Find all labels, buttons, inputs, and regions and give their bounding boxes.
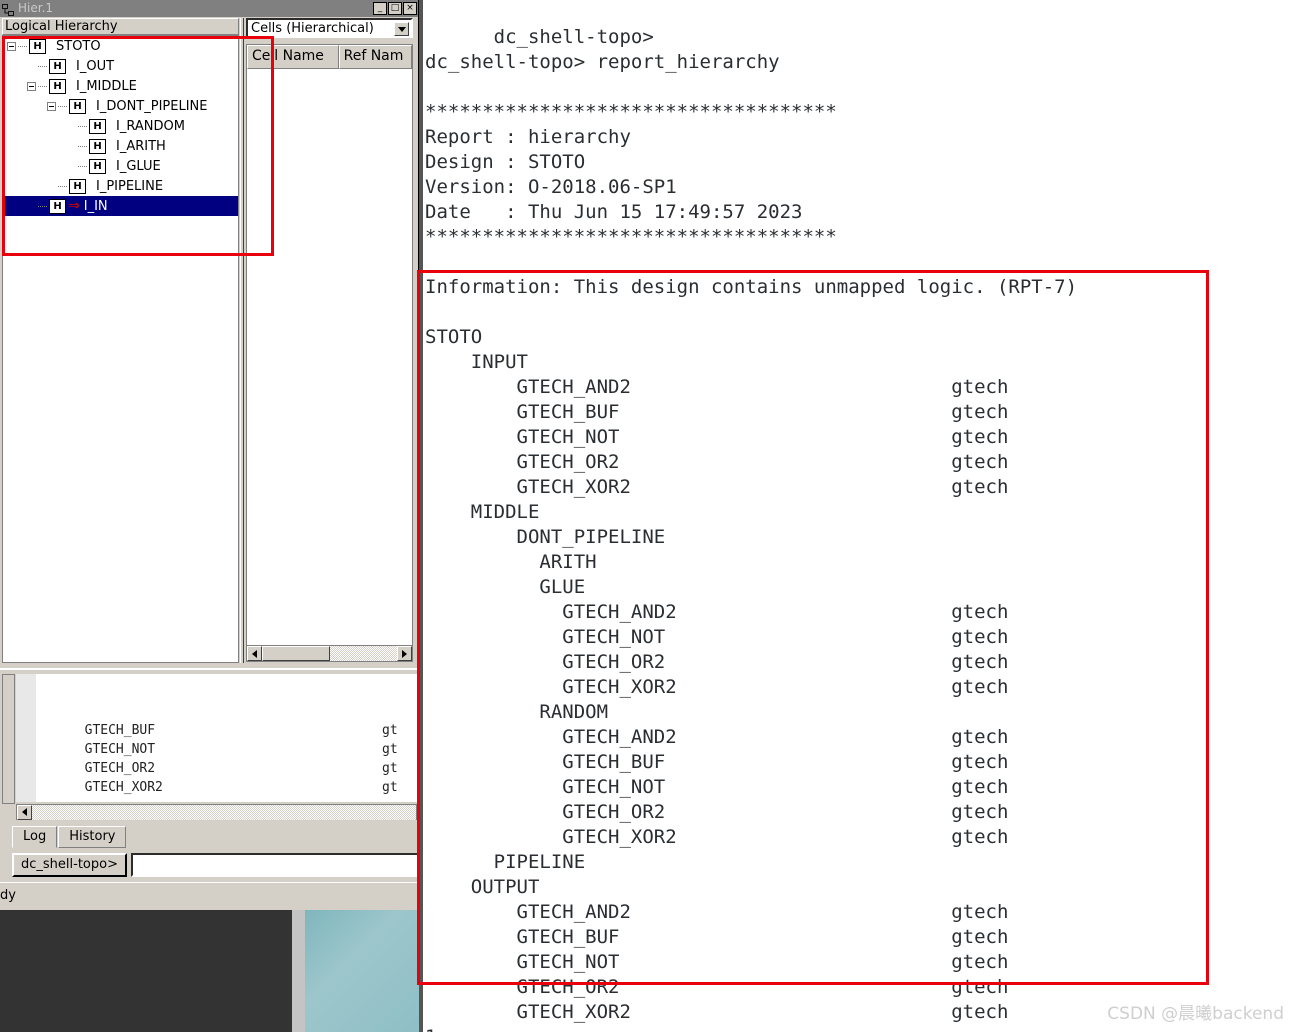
command-input[interactable] bbox=[130, 853, 418, 877]
log-output-text: GTECH_BUF gt GTECH_NOT gt GTECH_OR2 gt G… bbox=[30, 723, 398, 802]
log-area: GTECH_BUF gt GTECH_NOT gt GTECH_OR2 gt G… bbox=[0, 668, 418, 910]
log-gutter bbox=[16, 674, 36, 802]
hierarchy-tree[interactable]: H STOTO H I_OUT H I_MIDDLE H I_DONT_PIPE… bbox=[2, 35, 239, 663]
hier-cell-icon: H bbox=[89, 118, 106, 134]
log-vertical-scrollbar[interactable] bbox=[2, 674, 15, 804]
hier-cell-icon: H bbox=[89, 138, 106, 154]
log-horizontal-scrollbar[interactable] bbox=[16, 804, 417, 820]
log-tabs: Log History bbox=[12, 822, 418, 848]
tree-node-label: I_OUT bbox=[76, 58, 115, 74]
chevron-down-icon[interactable] bbox=[394, 22, 409, 36]
prompt-label: dc_shell-topo> bbox=[12, 853, 127, 877]
tree-connector bbox=[38, 85, 48, 87]
collapse-toggle-icon[interactable] bbox=[27, 81, 36, 91]
tree-node-label: I_PIPELINE bbox=[96, 178, 164, 194]
desktop-gap-panel bbox=[292, 910, 305, 1032]
terminal-text: dc_shell-topo> dc_shell-topo> report_hie… bbox=[419, 0, 1292, 1032]
tree-node-stoto[interactable]: H STOTO bbox=[3, 36, 238, 56]
tree-node-i-glue[interactable]: H I_GLUE bbox=[3, 156, 238, 176]
tree-connector bbox=[78, 165, 88, 167]
cells-horizontal-scrollbar[interactable] bbox=[246, 645, 413, 662]
command-prompt-row: dc_shell-topo> bbox=[12, 852, 418, 878]
minimize-button[interactable]: _ bbox=[373, 2, 387, 15]
scroll-left-button[interactable] bbox=[247, 646, 262, 661]
window-title: Hier.1 bbox=[18, 1, 54, 15]
close-button[interactable]: × bbox=[403, 2, 417, 15]
collapse-toggle-icon[interactable] bbox=[7, 41, 16, 51]
column-header-ref-name[interactable]: Ref Nam bbox=[338, 45, 412, 69]
tree-node-label: I_IN bbox=[83, 198, 108, 214]
hier-cell-icon: H bbox=[69, 98, 86, 114]
window-controls: _ □ × bbox=[373, 2, 417, 15]
tree-node-i-arith[interactable]: H I_ARITH bbox=[3, 136, 238, 156]
tab-history[interactable]: History bbox=[58, 826, 127, 848]
scrollbar-track[interactable] bbox=[330, 646, 397, 661]
watermark: CSDN @晨曦backend bbox=[1107, 1004, 1284, 1024]
tree-node-i-dont-pipeline[interactable]: H I_DONT_PIPELINE bbox=[3, 96, 238, 116]
tree-node-label: I_MIDDLE bbox=[76, 78, 137, 94]
tab-log[interactable]: Log bbox=[12, 826, 58, 848]
cells-view-selector[interactable]: Cells (Hierarchical) bbox=[246, 18, 413, 38]
scrollbar-thumb[interactable] bbox=[262, 646, 330, 661]
current-instance-arrow-icon: ⇒ bbox=[68, 198, 80, 214]
tree-connector bbox=[38, 205, 48, 207]
desktop-dark-panel bbox=[0, 910, 292, 1032]
scrollbar-track[interactable] bbox=[32, 804, 416, 820]
cells-table[interactable]: Cell Name Ref Nam bbox=[246, 44, 413, 649]
screen-root: Hier.1 _ □ × Logical Hierarchy H STOTO H… bbox=[0, 0, 1292, 1032]
hier-window: Hier.1 _ □ × Logical Hierarchy H STOTO H… bbox=[0, 0, 419, 910]
hier-cell-icon: H bbox=[29, 38, 46, 54]
collapse-toggle-icon[interactable] bbox=[47, 101, 56, 111]
scroll-right-button[interactable] bbox=[397, 646, 412, 661]
column-header-cell-name[interactable]: Cell Name bbox=[247, 45, 339, 69]
tree-node-i-random[interactable]: H I_RANDOM bbox=[3, 116, 238, 136]
tree-node-i-pipeline[interactable]: H I_PIPELINE bbox=[3, 176, 238, 196]
desktop-teal-panel bbox=[305, 910, 419, 1032]
hierarchy-window-icon bbox=[2, 2, 15, 16]
tree-connector bbox=[38, 65, 48, 67]
tree-node-label: I_DONT_PIPELINE bbox=[96, 98, 208, 114]
hier-cell-icon: H bbox=[49, 58, 66, 74]
tree-node-label: STOTO bbox=[56, 38, 101, 54]
cells-view-selector-value: Cells (Hierarchical) bbox=[251, 20, 374, 36]
pane-splitter[interactable] bbox=[240, 18, 244, 663]
tree-connector bbox=[18, 45, 28, 47]
logical-hierarchy-pane: Logical Hierarchy H STOTO H I_OUT H I_MI… bbox=[2, 18, 239, 663]
hier-cell-icon: H bbox=[69, 178, 86, 194]
window-titlebar[interactable]: Hier.1 _ □ × bbox=[0, 0, 418, 17]
tree-node-label: I_GLUE bbox=[116, 158, 161, 174]
tree-connector bbox=[78, 125, 88, 127]
tree-node-i-in[interactable]: H ⇒ I_IN bbox=[3, 196, 238, 216]
scroll-left-button[interactable] bbox=[17, 804, 32, 820]
tree-node-label: I_RANDOM bbox=[116, 118, 185, 134]
tree-node-i-middle[interactable]: H I_MIDDLE bbox=[3, 76, 238, 96]
hier-cell-icon: H bbox=[89, 158, 106, 174]
status-bar: dy bbox=[0, 882, 418, 910]
tree-connector bbox=[58, 105, 68, 107]
hier-cell-icon: H bbox=[49, 78, 66, 94]
maximize-button[interactable]: □ bbox=[388, 2, 402, 15]
cells-pane: Cells (Hierarchical) Cell Name Ref Nam bbox=[246, 18, 417, 663]
tree-connector bbox=[58, 185, 68, 187]
logical-hierarchy-header: Logical Hierarchy bbox=[2, 18, 239, 35]
log-output[interactable]: GTECH_BUF gt GTECH_NOT gt GTECH_OR2 gt G… bbox=[16, 674, 417, 802]
cells-table-header: Cell Name Ref Nam bbox=[247, 45, 412, 69]
tree-node-i-out[interactable]: H I_OUT bbox=[3, 56, 238, 76]
terminal-transcript[interactable]: dc_shell-topo> dc_shell-topo> report_hie… bbox=[419, 0, 1292, 1032]
hier-cell-icon: H bbox=[49, 198, 66, 214]
tree-connector bbox=[78, 145, 88, 147]
terminal-transcript-text: dc_shell-topo> dc_shell-topo> report_hie… bbox=[425, 26, 1078, 1032]
tree-node-label: I_ARITH bbox=[116, 138, 166, 154]
